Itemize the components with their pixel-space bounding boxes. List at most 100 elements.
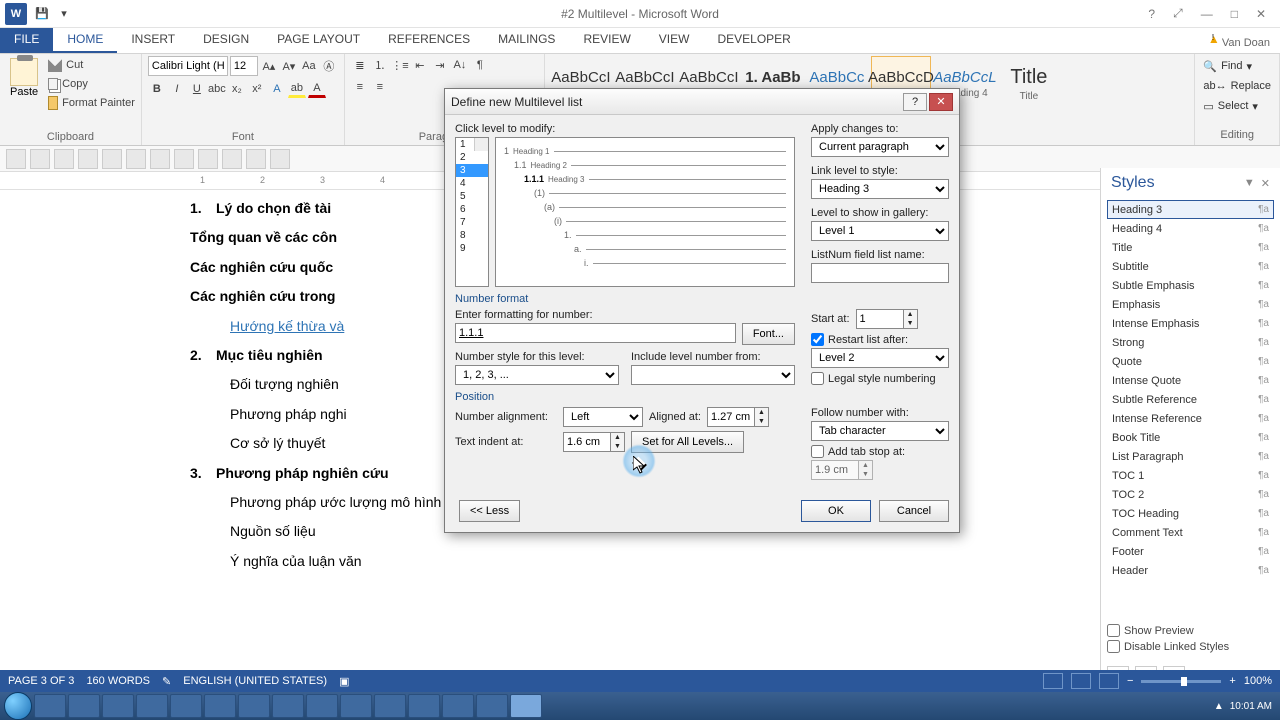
style-list-item[interactable]: Header¶a bbox=[1107, 561, 1274, 580]
taskbar-app[interactable] bbox=[204, 694, 236, 718]
ribbon-options-icon[interactable]: ⤢ bbox=[1167, 4, 1189, 23]
start-at-spinner[interactable]: ▲▼ bbox=[856, 309, 918, 329]
numbering-icon[interactable]: ⒈ bbox=[371, 56, 389, 74]
bold-button[interactable]: B bbox=[148, 80, 166, 98]
addin-button[interactable] bbox=[198, 149, 218, 169]
print-layout-icon[interactable] bbox=[1071, 673, 1091, 689]
paste-button[interactable]: Paste bbox=[6, 56, 42, 100]
subscript-button[interactable]: x₂ bbox=[228, 80, 246, 98]
highlight-icon[interactable]: ab bbox=[288, 80, 306, 98]
account-user[interactable]: Van Doan bbox=[1198, 28, 1280, 53]
increase-indent-icon[interactable]: ⇥ bbox=[431, 56, 449, 74]
aligned-at-spinner[interactable]: ▲▼ bbox=[707, 407, 769, 427]
addin-button[interactable] bbox=[78, 149, 98, 169]
tab-home[interactable]: HOME bbox=[53, 28, 117, 53]
tab-developer[interactable]: DEVELOPER bbox=[703, 28, 804, 53]
clear-format-icon[interactable]: Ⓐ bbox=[320, 57, 338, 75]
show-marks-icon[interactable]: ¶ bbox=[471, 56, 489, 74]
style-list-item[interactable]: TOC Heading¶a bbox=[1107, 504, 1274, 523]
taskbar-word[interactable] bbox=[510, 694, 542, 718]
read-mode-icon[interactable] bbox=[1043, 673, 1063, 689]
taskbar-app[interactable] bbox=[68, 694, 100, 718]
underline-button[interactable]: U bbox=[188, 80, 206, 98]
font-name-input[interactable] bbox=[148, 56, 228, 76]
style-list-item[interactable]: Subtitle¶a bbox=[1107, 257, 1274, 276]
style-list-item[interactable]: Heading 4¶a bbox=[1107, 219, 1274, 238]
status-macro-icon[interactable]: ▣ bbox=[339, 675, 349, 688]
addin-button[interactable] bbox=[54, 149, 74, 169]
text-effects-icon[interactable]: A bbox=[268, 80, 286, 98]
tab-design[interactable]: DESIGN bbox=[189, 28, 263, 53]
include-level-select[interactable] bbox=[631, 365, 795, 385]
cancel-button[interactable]: Cancel bbox=[879, 500, 949, 522]
addin-button[interactable] bbox=[30, 149, 50, 169]
tab-insert[interactable]: INSERT bbox=[117, 28, 189, 53]
style-list-item[interactable]: Strong¶a bbox=[1107, 333, 1274, 352]
zoom-slider[interactable] bbox=[1141, 680, 1221, 683]
addin-button[interactable] bbox=[270, 149, 290, 169]
change-case-icon[interactable]: Aa bbox=[300, 57, 318, 75]
style-list-item[interactable]: TOC 2¶a bbox=[1107, 485, 1274, 504]
pane-close-icon[interactable]: ✕ bbox=[1261, 177, 1270, 190]
help-icon[interactable]: ? bbox=[1142, 5, 1161, 23]
taskbar-app[interactable] bbox=[34, 694, 66, 718]
copy-button[interactable]: Copy bbox=[48, 75, 135, 93]
add-tab-checkbox[interactable]: Add tab stop at: bbox=[811, 445, 949, 458]
addin-button[interactable] bbox=[6, 149, 26, 169]
italic-button[interactable]: I bbox=[168, 80, 186, 98]
tab-view[interactable]: VIEW bbox=[645, 28, 704, 53]
style-list-item[interactable]: Intense Reference¶a bbox=[1107, 409, 1274, 428]
font-color-icon[interactable]: A bbox=[308, 80, 326, 98]
tab-file[interactable]: FILE bbox=[0, 28, 53, 53]
num-align-select[interactable]: Left bbox=[563, 407, 643, 427]
tab-review[interactable]: REVIEW bbox=[569, 28, 644, 53]
zoom-out-icon[interactable]: − bbox=[1127, 675, 1133, 687]
show-gallery-select[interactable]: Level 1 bbox=[811, 221, 949, 241]
pane-dropdown-icon[interactable]: ▼ bbox=[1244, 177, 1255, 190]
start-button[interactable] bbox=[4, 692, 32, 720]
show-preview-checkbox[interactable]: Show Preview bbox=[1107, 624, 1274, 637]
apply-changes-select[interactable]: Current paragraph bbox=[811, 137, 949, 157]
font-button[interactable]: Font... bbox=[742, 323, 795, 345]
taskbar-app[interactable] bbox=[238, 694, 270, 718]
listnum-input[interactable] bbox=[811, 263, 949, 283]
zoom-value[interactable]: 100% bbox=[1244, 675, 1272, 687]
taskbar-app[interactable] bbox=[340, 694, 372, 718]
grow-font-icon[interactable]: A▴ bbox=[260, 57, 278, 75]
style-list-item[interactable]: Subtle Emphasis¶a bbox=[1107, 276, 1274, 295]
bullets-icon[interactable]: ≣ bbox=[351, 56, 369, 74]
addin-button[interactable] bbox=[102, 149, 122, 169]
taskbar-app[interactable] bbox=[408, 694, 440, 718]
select-button[interactable]: ▭ Select ▾ bbox=[1203, 96, 1258, 116]
taskbar-app[interactable] bbox=[170, 694, 202, 718]
level-listbox[interactable]: 123456789 bbox=[455, 137, 489, 287]
align-left-icon[interactable]: ≡ bbox=[351, 78, 369, 96]
style-list-item[interactable]: Emphasis¶a bbox=[1107, 295, 1274, 314]
tab-references[interactable]: REFERENCES bbox=[374, 28, 484, 53]
decrease-indent-icon[interactable]: ⇤ bbox=[411, 56, 429, 74]
multilevel-icon[interactable]: ⋮≡ bbox=[391, 56, 409, 74]
dialog-help-icon[interactable]: ? bbox=[903, 93, 927, 111]
qat-save-icon[interactable]: 💾 bbox=[33, 5, 51, 23]
tab-page-layout[interactable]: PAGE LAYOUT bbox=[263, 28, 374, 53]
set-all-levels-button[interactable]: Set for All Levels... bbox=[631, 431, 744, 453]
restart-checkbox[interactable]: Restart list after: bbox=[811, 333, 949, 346]
addin-button[interactable] bbox=[150, 149, 170, 169]
replace-button[interactable]: ab↔ Replace bbox=[1203, 76, 1271, 96]
qat-dropdown-icon[interactable]: ▾ bbox=[55, 5, 73, 23]
status-language[interactable]: ENGLISH (UNITED STATES) bbox=[183, 675, 327, 687]
status-page[interactable]: PAGE 3 OF 3 bbox=[8, 675, 74, 687]
addin-button[interactable] bbox=[222, 149, 242, 169]
font-size-input[interactable] bbox=[230, 56, 258, 76]
tray-icon[interactable]: ▲ bbox=[1214, 701, 1224, 712]
taskbar-app[interactable] bbox=[306, 694, 338, 718]
status-words[interactable]: 160 WORDS bbox=[86, 675, 150, 687]
taskbar-app[interactable] bbox=[374, 694, 406, 718]
taskbar-app[interactable] bbox=[102, 694, 134, 718]
style-list-item[interactable]: Quote¶a bbox=[1107, 352, 1274, 371]
style-list-item[interactable]: Footer¶a bbox=[1107, 542, 1274, 561]
align-center-icon[interactable]: ≡ bbox=[371, 78, 389, 96]
style-list-item[interactable]: Heading 3¶a bbox=[1107, 200, 1274, 219]
follow-select[interactable]: Tab character bbox=[811, 421, 949, 441]
close-icon[interactable]: ✕ bbox=[1250, 5, 1272, 23]
